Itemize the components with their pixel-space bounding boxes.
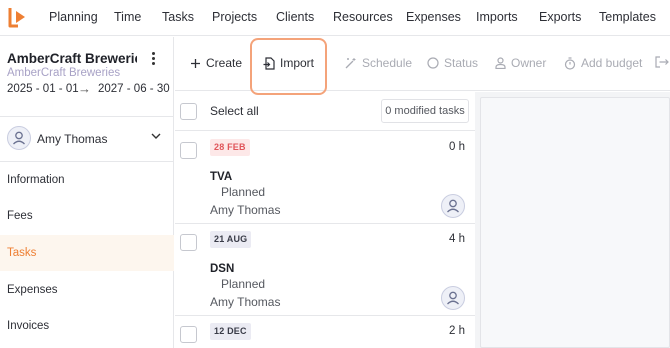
create-button[interactable]: Create bbox=[190, 56, 242, 70]
date-start: 2025 - 01 - 01 bbox=[7, 83, 79, 95]
task-checkbox[interactable] bbox=[180, 234, 197, 251]
schedule-button[interactable]: Schedule bbox=[345, 56, 412, 70]
nav-planning[interactable]: Planning bbox=[49, 10, 98, 24]
task-list: Select all 0 modified tasks 28 FEB 0 h T… bbox=[175, 92, 475, 348]
export-button[interactable] bbox=[655, 56, 669, 68]
org-subtitle: AmberCraft Breweries bbox=[7, 67, 121, 79]
modified-tasks-badge[interactable]: 0 modified tasks bbox=[381, 99, 469, 123]
nav-projects[interactable]: Projects bbox=[212, 10, 257, 24]
status-button[interactable]: Status bbox=[427, 56, 478, 70]
app-logo-icon[interactable] bbox=[7, 6, 29, 28]
task-checkbox[interactable] bbox=[180, 142, 197, 159]
task-status: Planned bbox=[221, 185, 266, 199]
select-all-checkbox[interactable] bbox=[180, 103, 197, 120]
sidebar-item-tasks[interactable]: Tasks bbox=[0, 235, 174, 271]
more-options-icon[interactable] bbox=[148, 51, 158, 67]
sidebar-item-fees[interactable]: Fees bbox=[0, 198, 174, 234]
nav-imports[interactable]: Imports bbox=[476, 10, 518, 24]
divider bbox=[175, 315, 475, 316]
date-end: 2027 - 06 - 30 bbox=[98, 83, 170, 95]
circle-icon bbox=[427, 57, 439, 69]
export-icon bbox=[655, 56, 669, 68]
avatar bbox=[7, 126, 31, 150]
schedule-label: Schedule bbox=[362, 56, 413, 70]
owner-label: Owner bbox=[511, 56, 547, 70]
user-icon bbox=[447, 291, 459, 305]
user-icon bbox=[447, 199, 459, 213]
user-selector[interactable]: Amy Thomas bbox=[0, 117, 174, 159]
arrow-right-icon: → bbox=[78, 81, 91, 96]
user-name: Amy Thomas bbox=[37, 132, 108, 146]
owner-button[interactable]: Owner bbox=[495, 56, 546, 70]
avatar[interactable] bbox=[441, 194, 465, 218]
task-code[interactable]: TVA bbox=[210, 171, 232, 183]
user-icon bbox=[13, 131, 25, 145]
task-hours: 4 h bbox=[449, 233, 465, 245]
sidebar-item-invoices[interactable]: Invoices bbox=[0, 308, 174, 344]
divider bbox=[175, 223, 475, 224]
add-budget-button[interactable]: Add budget bbox=[564, 56, 642, 70]
detail-panel bbox=[480, 97, 670, 348]
task-checkbox[interactable] bbox=[180, 326, 197, 343]
task-hours: 2 h bbox=[449, 325, 465, 337]
divider bbox=[175, 130, 475, 131]
import-highlight bbox=[250, 38, 327, 95]
magic-wand-icon bbox=[345, 58, 356, 69]
sidebar-item-information[interactable]: Information bbox=[0, 162, 174, 198]
task-hours: 0 h bbox=[449, 141, 465, 153]
nav-time[interactable]: Time bbox=[114, 10, 141, 24]
sidebar: AmberCraft Brewerie... AmberCraft Brewer… bbox=[0, 37, 174, 348]
status-label: Status bbox=[444, 56, 479, 70]
select-all-label: Select all bbox=[210, 104, 259, 118]
user-icon bbox=[495, 57, 506, 69]
task-status: Planned bbox=[221, 277, 266, 291]
chevron-down-icon[interactable] bbox=[150, 130, 162, 142]
nav-tasks[interactable]: Tasks bbox=[162, 10, 194, 24]
nav-clients[interactable]: Clients bbox=[276, 10, 314, 24]
task-date-badge: 21 AUG bbox=[210, 231, 252, 248]
task-code[interactable]: DSN bbox=[210, 263, 234, 275]
stopwatch-icon bbox=[564, 56, 576, 70]
nav-expenses[interactable]: Expenses bbox=[406, 10, 461, 24]
org-name[interactable]: AmberCraft Brewerie... bbox=[7, 51, 137, 66]
top-nav: Planning Time Tasks Projects Clients Res… bbox=[0, 0, 670, 36]
task-date-badge: 28 FEB bbox=[210, 139, 250, 156]
plus-icon bbox=[191, 58, 200, 68]
avatar[interactable] bbox=[441, 286, 465, 310]
nav-templates[interactable]: Templates bbox=[599, 10, 656, 24]
add-budget-label: Add budget bbox=[581, 56, 643, 70]
task-owner: Amy Thomas bbox=[210, 295, 281, 309]
nav-resources[interactable]: Resources bbox=[333, 10, 393, 24]
task-date-badge: 12 DEC bbox=[210, 323, 251, 340]
create-label: Create bbox=[206, 56, 243, 70]
sidebar-item-expenses[interactable]: Expenses bbox=[0, 272, 174, 308]
task-owner: Amy Thomas bbox=[210, 203, 281, 217]
nav-exports[interactable]: Exports bbox=[539, 10, 581, 24]
